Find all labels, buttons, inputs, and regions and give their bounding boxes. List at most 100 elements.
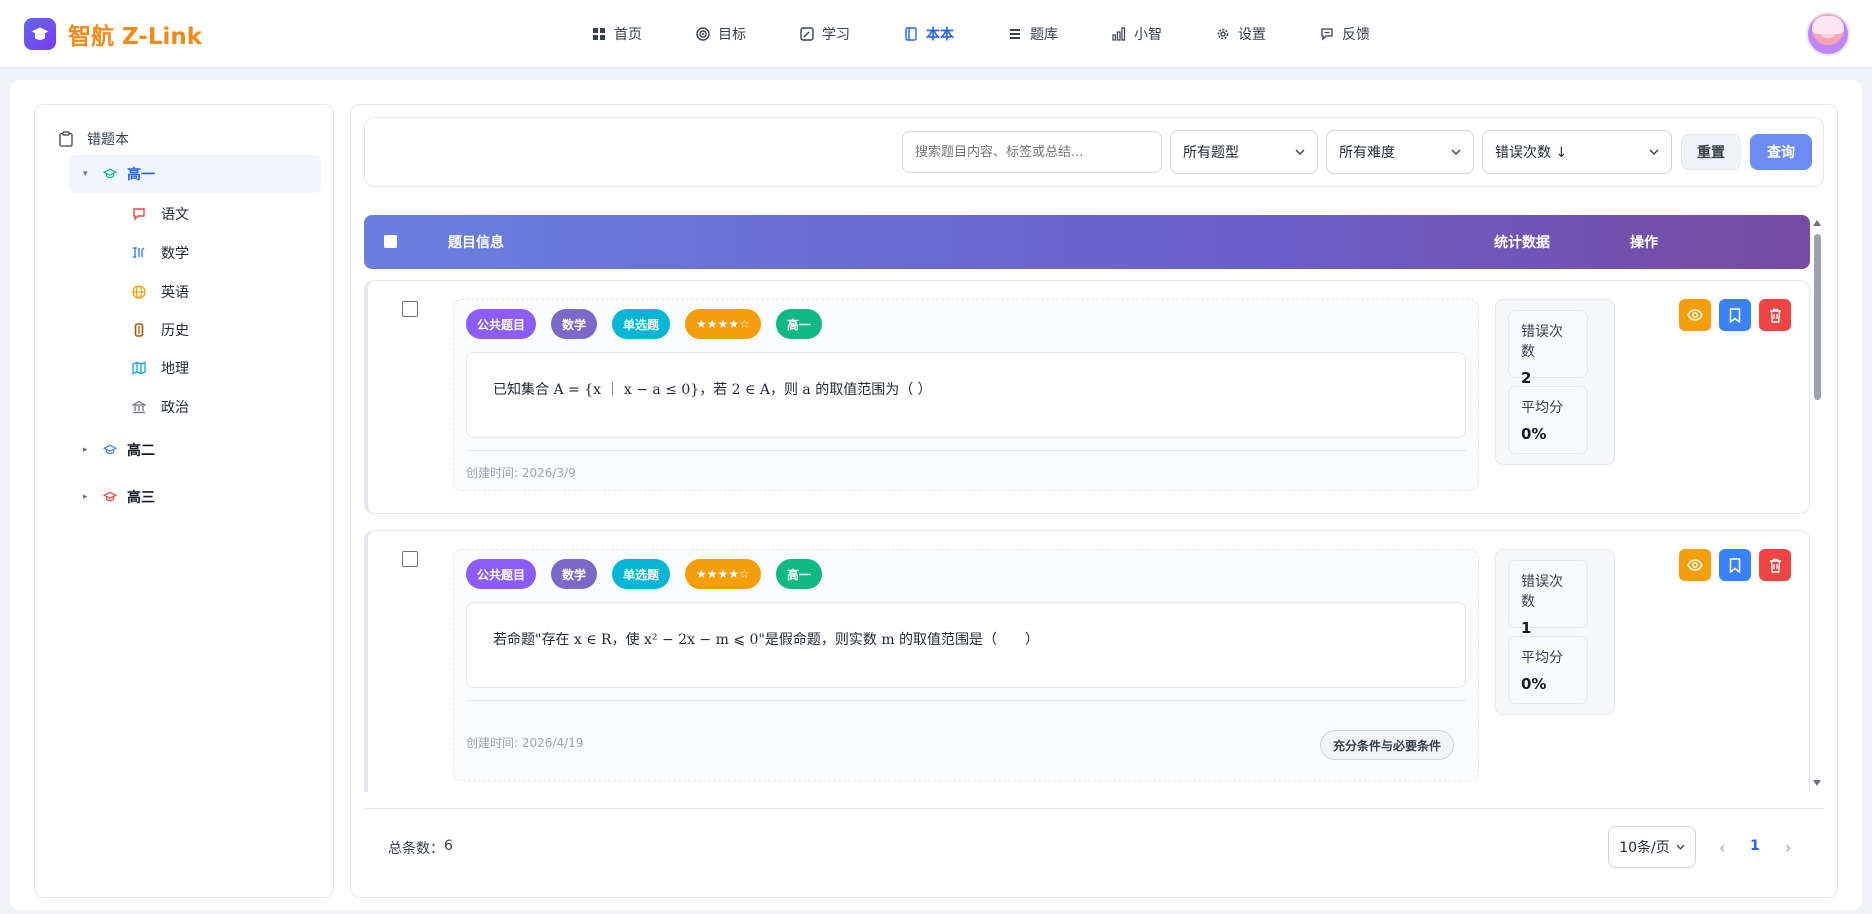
created-time: 创建时间: 2026/4/19: [466, 736, 584, 750]
target-icon: [696, 27, 710, 41]
landmark-icon: [131, 399, 147, 415]
page-size-value: 10条/页: [1619, 840, 1670, 856]
row-checkbox[interactable]: [402, 551, 418, 567]
graduation-cap-icon: [103, 444, 117, 455]
type-select[interactable]: 所有题型: [1170, 130, 1318, 174]
nav-study[interactable]: 学习: [788, 16, 862, 52]
tree-grade-3[interactable]: ▸ 高三: [69, 478, 321, 516]
stat-label: 平均分: [1521, 400, 1563, 416]
reset-button[interactable]: 重置: [1681, 134, 1741, 170]
main-nav: 首页 目标 学习 本本 题库 小智 设置 反馈: [580, 0, 1412, 68]
header-question-info: 题目信息: [448, 235, 504, 251]
bookmark-button[interactable]: [1719, 549, 1751, 581]
search-input[interactable]: [902, 131, 1162, 173]
app-logo[interactable]: 智航 Z-Link: [24, 18, 202, 50]
scroll-thumb[interactable]: [1814, 234, 1821, 400]
total-label: 总条数：: [388, 841, 444, 857]
tree-grade-1[interactable]: ▾ 高一: [69, 155, 321, 193]
nav-question-bank[interactable]: 题库: [996, 16, 1070, 52]
gear-icon: [1217, 28, 1229, 40]
grade-label: 高一: [127, 167, 155, 183]
caret-right-icon: ▸: [83, 492, 88, 502]
nav-label: 设置: [1238, 27, 1266, 43]
bookmark-icon: [1729, 307, 1741, 323]
chevron-down-icon: [1451, 149, 1461, 155]
nav-label: 目标: [718, 27, 746, 43]
row-actions: [1679, 299, 1799, 331]
subject-label: 数学: [161, 246, 189, 262]
tree-subject-english[interactable]: 英语: [131, 277, 189, 307]
tree-subject-chinese[interactable]: 语文: [131, 199, 189, 229]
table-row[interactable]: 公共题目 数学 单选题 ★★★★☆ 高一 已知集合 A = {x ｜ x − a…: [364, 280, 1810, 514]
stat-value: 1: [1521, 619, 1532, 637]
graduation-cap-icon: [103, 491, 117, 502]
bookmark-button[interactable]: [1719, 299, 1751, 331]
bookmark-icon: [1729, 557, 1741, 573]
tree-grade-2[interactable]: ▸ 高二: [69, 431, 321, 469]
question-info: 公共题目 数学 单选题 ★★★★☆ 高一 若命题"存在 x ∈ R，使 x² −…: [453, 549, 1479, 781]
tag-subject: 数学: [551, 309, 598, 339]
scroll-up-arrow-icon[interactable]: [1813, 220, 1821, 226]
eye-icon: [1687, 309, 1703, 321]
tag-list: 公共题目 数学 单选题 ★★★★☆ 高一: [466, 559, 837, 589]
book-icon: [905, 27, 917, 41]
subject-label: 地理: [161, 361, 189, 377]
prev-page-button[interactable]: ‹: [1719, 838, 1725, 857]
nav-goals[interactable]: 目标: [684, 16, 758, 52]
nav-feedback[interactable]: 反馈: [1308, 16, 1382, 52]
tree-subject-math[interactable]: 数学: [131, 238, 189, 268]
next-page-button[interactable]: ›: [1785, 838, 1791, 857]
tag-scope: 公共题目: [466, 309, 537, 339]
graduation-cap-icon: [24, 18, 56, 50]
tree-subject-politics[interactable]: 政治: [131, 392, 189, 422]
question-info: 公共题目 数学 单选题 ★★★★☆ 高一 已知集合 A = {x ｜ x − a…: [453, 299, 1479, 491]
chat-bubble-icon: [131, 206, 147, 222]
bar-chart-icon: [1112, 27, 1126, 41]
stat-value: 0%: [1521, 675, 1547, 693]
header-stats: 统计数据: [1494, 235, 1550, 251]
caret-right-icon: ▸: [83, 445, 88, 455]
scroll-down-arrow-icon[interactable]: [1813, 780, 1821, 786]
table-header: 题目信息 统计数据 操作: [364, 215, 1810, 269]
sort-select[interactable]: 错误次数 ↓: [1482, 130, 1672, 174]
clipboard-icon: [59, 131, 73, 147]
tree-subject-geography[interactable]: 地理: [131, 353, 189, 383]
delete-button[interactable]: [1759, 549, 1791, 581]
chevron-down-icon: [1649, 149, 1659, 155]
sidebar: 错题本 ▾ 高一 语文 数学 英语 历史 地理 政治 ▸ 高二 ▸ 高三: [34, 104, 334, 898]
top-navbar: 智航 Z-Link 首页 目标 学习 本本 题库 小智 设置 反馈: [0, 0, 1872, 68]
tag-subject: 数学: [551, 559, 598, 589]
nav-settings[interactable]: 设置: [1204, 16, 1278, 52]
subject-label: 历史: [161, 323, 189, 339]
row-checkbox[interactable]: [402, 301, 418, 317]
avg-score-stat: 平均分 0%: [1508, 386, 1588, 454]
nav-assistant[interactable]: 小智: [1100, 16, 1174, 52]
delete-button[interactable]: [1759, 299, 1791, 331]
total-count: 总条数： 6: [388, 838, 453, 858]
sigma-icon: [131, 245, 147, 261]
user-avatar[interactable]: [1806, 12, 1850, 56]
page-size-select[interactable]: 10条/页: [1608, 826, 1696, 868]
difficulty-select[interactable]: 所有难度: [1326, 130, 1474, 174]
divider: [466, 700, 1466, 701]
nav-label: 本本: [926, 27, 954, 43]
view-button[interactable]: [1679, 549, 1711, 581]
stats-panel: 错误次数 1 平均分 0%: [1495, 549, 1615, 715]
knowledge-point-tag[interactable]: 充分条件与必要条件: [1319, 730, 1454, 760]
tree-subject-history[interactable]: 历史: [131, 315, 189, 345]
eye-icon: [1687, 559, 1703, 571]
row-actions: [1679, 549, 1799, 581]
avg-score-stat: 平均分 0%: [1508, 636, 1588, 704]
map-icon: [131, 360, 147, 376]
page-number-current[interactable]: 1: [1750, 838, 1760, 854]
list-scrollbar[interactable]: [1812, 218, 1822, 792]
nav-label: 小智: [1134, 27, 1162, 43]
nav-home[interactable]: 首页: [580, 16, 654, 52]
query-button[interactable]: 查询: [1750, 134, 1812, 170]
view-button[interactable]: [1679, 299, 1711, 331]
tag-type: 单选题: [612, 309, 671, 339]
table-row[interactable]: 公共题目 数学 单选题 ★★★★☆ 高一 若命题"存在 x ∈ R，使 x² −…: [364, 530, 1810, 792]
nav-notebook[interactable]: 本本: [892, 16, 966, 52]
select-all-checkbox[interactable]: [384, 235, 397, 248]
tree-root-mistake-book[interactable]: 错题本: [59, 125, 129, 153]
